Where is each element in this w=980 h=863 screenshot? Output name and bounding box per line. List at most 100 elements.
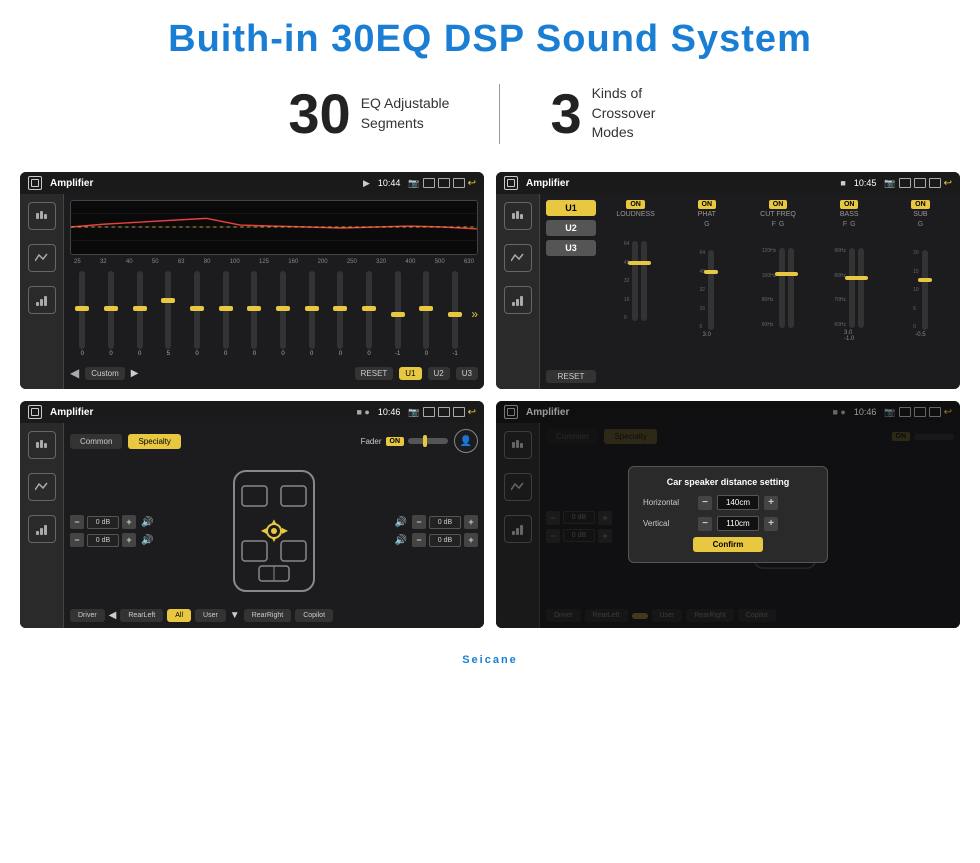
phat-on[interactable]: ON — [698, 200, 717, 209]
all-btn-3[interactable]: All — [167, 609, 191, 622]
vertical-plus[interactable]: + — [764, 517, 778, 531]
eq-slider-1[interactable]: 0 — [70, 271, 95, 357]
eq-slider-13[interactable]: 0 — [414, 271, 439, 357]
loudness-slider[interactable] — [632, 241, 638, 321]
sub-slider[interactable] — [922, 250, 928, 330]
sidebar3-btn-2[interactable] — [28, 473, 56, 501]
sidebar2-btn-1[interactable] — [504, 202, 532, 230]
db-minus-2[interactable]: − — [70, 533, 84, 547]
sub-on[interactable]: ON — [911, 200, 930, 209]
db-minus-1[interactable]: − — [70, 515, 84, 529]
rearright-btn-3[interactable]: RearRight — [244, 609, 292, 622]
eq-slider-9[interactable]: 0 — [299, 271, 324, 357]
specialty-tab-3[interactable]: Specialty — [128, 434, 180, 449]
bass-on[interactable]: ON — [840, 200, 859, 209]
sidebar-btn-3[interactable] — [28, 286, 56, 314]
eq-graph — [70, 200, 478, 255]
user-btn-3[interactable]: User — [195, 609, 226, 622]
db-val-4: 0 dB — [429, 534, 461, 547]
reset-btn[interactable]: RESET — [355, 367, 394, 380]
eq-lbl-11: 250 — [347, 259, 357, 265]
crossover-u1[interactable]: U1 — [546, 200, 596, 216]
eq-slider-8[interactable]: 0 — [271, 271, 296, 357]
x-icon-3 — [438, 407, 450, 417]
crossover-reset[interactable]: RESET — [546, 370, 596, 383]
fader-track[interactable] — [408, 438, 448, 444]
eq-prev-btn[interactable]: ◀ — [70, 366, 79, 380]
bass-slider2[interactable] — [858, 248, 864, 328]
left-arrow-3[interactable]: ◀ — [109, 610, 117, 621]
sidebar2-btn-3[interactable] — [504, 286, 532, 314]
home-icon[interactable] — [28, 176, 42, 190]
back-icon-2[interactable]: ↩ — [944, 178, 952, 189]
eq-slider-4[interactable]: 5 — [156, 271, 181, 357]
svg-text:▶: ▶ — [282, 526, 289, 535]
db-plus-2[interactable]: + — [122, 533, 136, 547]
screen3-specialty: Amplifier ■ ● 10:46 📷 ↩ — [20, 401, 484, 628]
loudness-on[interactable]: ON — [626, 200, 645, 209]
bass-slider1[interactable] — [849, 248, 855, 328]
horizontal-plus[interactable]: + — [764, 496, 778, 510]
u3-btn[interactable]: U3 — [456, 367, 478, 380]
db-minus-3[interactable]: − — [412, 515, 426, 529]
eq-slider-3[interactable]: 0 — [127, 271, 152, 357]
loudness-label: LOUDNESS — [616, 211, 655, 218]
home-icon-3[interactable] — [28, 405, 42, 419]
horizontal-minus[interactable]: − — [698, 496, 712, 510]
ch-bass: ON BASS FG 90Hz80Hz70Hz60Hz 3. — [816, 200, 883, 383]
screen3-statusbar: Amplifier ■ ● 10:46 📷 ↩ — [20, 401, 484, 423]
eq-slider-6[interactable]: 0 — [213, 271, 238, 357]
copilot-btn-3[interactable]: Copilot — [295, 609, 333, 622]
sidebar3-btn-1[interactable] — [28, 431, 56, 459]
crossover-u2[interactable]: U2 — [546, 220, 596, 236]
db-plus-4[interactable]: + — [464, 533, 478, 547]
arrow-more-icon[interactable]: » — [471, 307, 478, 321]
loudness-slider2[interactable] — [641, 241, 647, 321]
cutfreq-on[interactable]: ON — [769, 200, 788, 209]
db-plus-3[interactable]: + — [464, 515, 478, 529]
speaker-layout: − 0 dB + 🔊 − 0 dB + 🔊 — [70, 458, 478, 604]
eq-slider-7[interactable]: 0 — [242, 271, 267, 357]
x-icon-2 — [914, 178, 926, 188]
driver-btn-3[interactable]: Driver — [70, 609, 105, 622]
dialog-title: Car speaker distance setting — [643, 477, 813, 487]
eq-slider-5[interactable]: 0 — [185, 271, 210, 357]
rearleft-btn-3[interactable]: RearLeft — [120, 609, 163, 622]
db-plus-1[interactable]: + — [122, 515, 136, 529]
eq-slider-12[interactable]: -1 — [385, 271, 410, 357]
sidebar-btn-2[interactable] — [28, 244, 56, 272]
confirm-button[interactable]: Confirm — [693, 537, 764, 552]
u2-btn[interactable]: U2 — [428, 367, 450, 380]
screen2-title: Amplifier — [526, 178, 836, 189]
eq-slider-10[interactable]: 0 — [328, 271, 353, 357]
crossover-u3[interactable]: U3 — [546, 240, 596, 256]
fader-thumb[interactable] — [423, 435, 427, 447]
avatar-icon-3[interactable]: 👤 — [454, 429, 478, 453]
screen2-sidebar — [496, 194, 540, 389]
cutfreq-slider1[interactable] — [779, 248, 785, 328]
eq-lbl-2: 32 — [100, 259, 107, 265]
dialog-horizontal-label: Horizontal — [643, 498, 693, 507]
sidebar3-btn-3[interactable] — [28, 515, 56, 543]
back-icon-3[interactable]: ↩ — [468, 407, 476, 418]
vertical-minus[interactable]: − — [698, 517, 712, 531]
back-icon[interactable]: ↩ — [468, 178, 476, 189]
eq-slider-11[interactable]: 0 — [357, 271, 382, 357]
eq-play-btn[interactable]: ▶ — [131, 368, 139, 379]
screen1-statusbar: Amplifier ▶ 10:44 📷 ↩ — [20, 172, 484, 194]
u1-btn[interactable]: U1 — [399, 367, 421, 380]
eq-slider-2[interactable]: 0 — [99, 271, 124, 357]
custom-btn[interactable]: Custom — [85, 367, 125, 380]
db-val-1: 0 dB — [87, 516, 119, 529]
fader-on-badge[interactable]: ON — [386, 437, 405, 446]
db-minus-4[interactable]: − — [412, 533, 426, 547]
down-arrow-3[interactable]: ▼ — [230, 610, 240, 621]
common-tab-3[interactable]: Common — [70, 434, 122, 449]
cutfreq-slider2[interactable] — [788, 248, 794, 328]
home-icon-2[interactable] — [504, 176, 518, 190]
eq-labels: 25 32 40 50 63 80 100 125 160 200 250 32… — [70, 259, 478, 265]
sidebar2-btn-2[interactable] — [504, 244, 532, 272]
sidebar-btn-1[interactable] — [28, 202, 56, 230]
phat-slider[interactable] — [708, 250, 714, 330]
eq-slider-14[interactable]: -1 — [443, 271, 468, 357]
